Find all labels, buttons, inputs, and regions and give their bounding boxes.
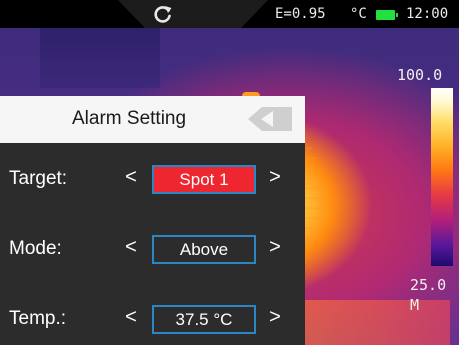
mode-row: Mode: < Above > [0,230,305,270]
temp-label: Temp.: [9,308,67,329]
emissivity-value: E=0.95 [275,6,326,22]
mode-prev-button[interactable]: < [121,236,141,259]
target-row: Target: < Spot 1 > [0,160,305,200]
panel-title: Alarm Setting [72,108,187,129]
target-prev-button[interactable]: < [121,166,141,189]
status-bar: E=0.95 °C 12:00 [0,0,459,28]
temp-next-button[interactable]: > [265,306,285,329]
target-label: Target: [9,168,68,189]
refresh-icon [154,6,172,23]
target-next-button[interactable]: > [265,166,285,189]
scale-min-value: 25.0 [410,276,447,294]
back-arrow-icon[interactable] [248,107,292,131]
scale-mode-indicator: M [410,296,420,314]
scale-max-value: 100.0 [397,66,443,84]
target-value[interactable]: Spot 1 [152,165,256,194]
temp-prev-button[interactable]: < [121,306,141,329]
mode-next-button[interactable]: > [265,236,285,259]
color-scale-bar [431,88,453,266]
clock: 12:00 [406,6,449,22]
mode-value[interactable]: Above [152,235,256,264]
temp-value[interactable]: 37.5 °C [152,305,256,334]
status-tab [118,0,268,28]
battery-icon [376,10,398,20]
temp-row: Temp.: < 37.5 °C > [0,300,305,340]
mode-label: Mode: [9,238,62,259]
alarm-panel-header: Alarm Setting [0,96,305,143]
alarm-panel: Target: < Spot 1 > Mode: < Above > Temp.… [0,143,305,345]
temperature-unit: °C [350,6,367,22]
